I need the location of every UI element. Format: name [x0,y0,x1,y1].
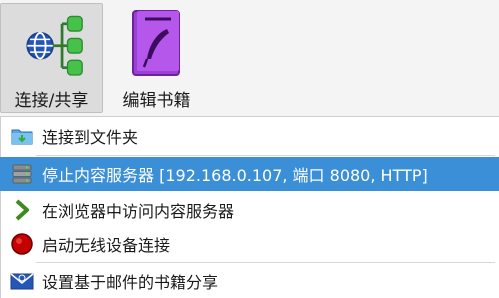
connect-share-label: 连接/共享 [14,91,89,111]
menu-item-label: 连接到文件夹 [42,128,139,147]
app-window: 连接/共享 编辑书籍 连接到文件夹 停止内容服务器 [192.168.0.107… [0,0,499,298]
menu-separator [36,155,495,156]
menu-item-label: 启动无线设备连接 [42,236,171,255]
menu-item-visit-server-in-browser[interactable]: 在浏览器中访问内容服务器 [0,193,499,227]
connect-share-button[interactable]: 连接/共享 [0,3,103,113]
menu-item-label: 在浏览器中访问内容服务器 [42,202,235,221]
connect-share-menu: 连接到文件夹 停止内容服务器 [192.168.0.107, 端口 8080, … [0,116,499,298]
edit-book-button[interactable]: 编辑书籍 [105,3,208,113]
menu-item-connect-folder[interactable]: 连接到文件夹 [0,119,499,153]
edit-book-icon [125,6,189,80]
chevron-right-icon [8,196,36,224]
edit-book-label: 编辑书籍 [122,91,191,111]
server-icon [8,160,36,188]
menu-item-label: 停止内容服务器 [192.168.0.107, 端口 8080, HTTP] [42,166,428,185]
menu-item-stop-content-server[interactable]: 停止内容服务器 [192.168.0.107, 端口 8080, HTTP] [0,157,499,191]
red-circle-icon [8,230,36,258]
folder-icon [8,122,36,150]
menu-item-start-wireless-connection[interactable]: 启动无线设备连接 [0,227,499,261]
menu-item-label: 设置基于邮件的书籍分享 [42,273,219,292]
menu-item-email-book-sharing[interactable]: 设置基于邮件的书籍分享 [0,264,499,298]
menu-separator [36,262,495,263]
network-share-icon [20,6,84,80]
toolbar: 连接/共享 编辑书籍 [0,0,499,116]
mail-icon [8,267,36,295]
